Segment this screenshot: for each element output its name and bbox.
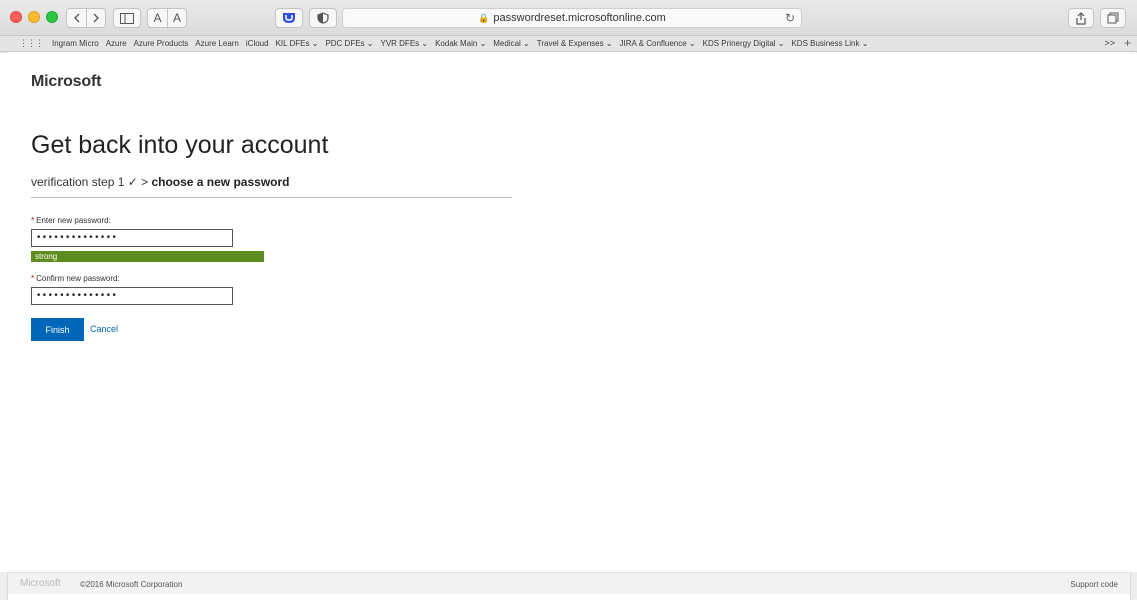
maximize-window-button[interactable]: [46, 11, 58, 23]
steps-completed: verification step 1 ✓ >: [31, 175, 152, 189]
bookmark-item[interactable]: Travel & Expenses ⌄: [537, 39, 613, 48]
grid-icon[interactable]: ⋮⋮⋮: [19, 38, 44, 49]
new-password-label: * Enter new password:: [31, 216, 111, 225]
new-tab-button[interactable]: +: [1124, 36, 1131, 50]
bookmarks-bar: ⋮⋮⋮ Ingram Micro Azure Azure Products Az…: [0, 36, 1137, 52]
steps-current: choose a new password: [151, 175, 290, 189]
bookmark-item[interactable]: Ingram Micro: [52, 39, 99, 48]
divider: [31, 197, 512, 198]
share-icon: [1076, 11, 1086, 25]
sidebar-toggle-button[interactable]: [113, 8, 141, 28]
extension-shield-button[interactable]: [275, 8, 303, 28]
password-reset-page: Microsoft Get back into your account ver…: [0, 53, 1137, 572]
cancel-link[interactable]: Cancel: [90, 324, 118, 334]
password-strength-indicator: strong: [31, 251, 264, 262]
bookmark-item[interactable]: JIRA & Confluence ⌄: [620, 39, 696, 48]
confirm-password-input[interactable]: ••••••••••••••: [31, 287, 233, 305]
back-forward-group: [66, 8, 106, 28]
confirm-password-label-text: Confirm new password:: [36, 274, 120, 283]
back-button[interactable]: [67, 9, 86, 27]
progress-steps: verification step 1 ✓ > choose a new pas…: [31, 175, 290, 189]
new-password-input[interactable]: ••••••••••••••: [31, 229, 233, 247]
confirm-password-label: * Confirm new password:: [31, 274, 120, 283]
page-footer: Microsoft ©2016 Microsoft Corporation Su…: [8, 572, 1130, 594]
bookmark-item[interactable]: iCloud: [246, 39, 269, 48]
bookmark-item[interactable]: Azure Learn: [195, 39, 239, 48]
tabs-overview-button[interactable]: [1100, 8, 1126, 28]
text-size-group: A A: [147, 8, 187, 28]
share-button[interactable]: [1068, 8, 1094, 28]
footer-copyright: ©2016 Microsoft Corporation: [80, 580, 183, 589]
finish-button[interactable]: Finish: [31, 318, 84, 341]
bookmark-item[interactable]: Medical ⌄: [493, 39, 530, 48]
address-url: passwordreset.microsoftonline.com: [493, 12, 666, 24]
bookmark-item[interactable]: KDS Prinergy Digital ⌄: [703, 39, 785, 48]
privacy-button[interactable]: [309, 8, 337, 28]
page-title: Get back into your account: [31, 131, 329, 159]
reload-icon[interactable]: ↻: [785, 11, 795, 25]
support-code-link[interactable]: Support code: [1070, 580, 1118, 589]
lock-icon: 🔒: [478, 12, 490, 23]
bookmark-item[interactable]: Azure: [106, 39, 127, 48]
minimize-window-button[interactable]: [28, 11, 40, 23]
bookmark-item[interactable]: YVR DFEs ⌄: [380, 39, 428, 48]
text-larger-button[interactable]: A: [167, 9, 186, 27]
bookmark-item[interactable]: KDS Business Link ⌄: [791, 39, 868, 48]
text-smaller-button[interactable]: A: [148, 9, 167, 27]
footer-microsoft-logo: Microsoft: [20, 578, 61, 589]
sidebar-icon: [120, 12, 134, 24]
close-window-button[interactable]: [10, 11, 22, 23]
privacy-shield-icon: [317, 12, 329, 24]
chevron-right-icon: [93, 13, 99, 23]
more-bookmarks-button[interactable]: >>: [1104, 38, 1115, 48]
bookmark-item[interactable]: KIL DFEs ⌄: [276, 39, 319, 48]
required-marker: *: [31, 274, 35, 283]
bookmark-item[interactable]: PDC DFEs ⌄: [325, 39, 373, 48]
bookmark-item[interactable]: Azure Products: [134, 39, 189, 48]
microsoft-logo: Microsoft: [31, 73, 102, 90]
tabs-icon: [1107, 12, 1119, 24]
shield-extension-icon: [283, 13, 295, 23]
new-password-label-text: Enter new password:: [36, 216, 111, 225]
chevron-left-icon: [73, 13, 79, 23]
forward-button[interactable]: [86, 9, 105, 27]
required-marker: *: [31, 216, 35, 225]
browser-toolbar: A A 🔒 passwordreset.microsoftonline.com …: [0, 0, 1137, 36]
bookmark-item[interactable]: Kodak Main ⌄: [435, 39, 486, 48]
address-bar[interactable]: 🔒 passwordreset.microsoftonline.com ↻: [342, 8, 802, 28]
